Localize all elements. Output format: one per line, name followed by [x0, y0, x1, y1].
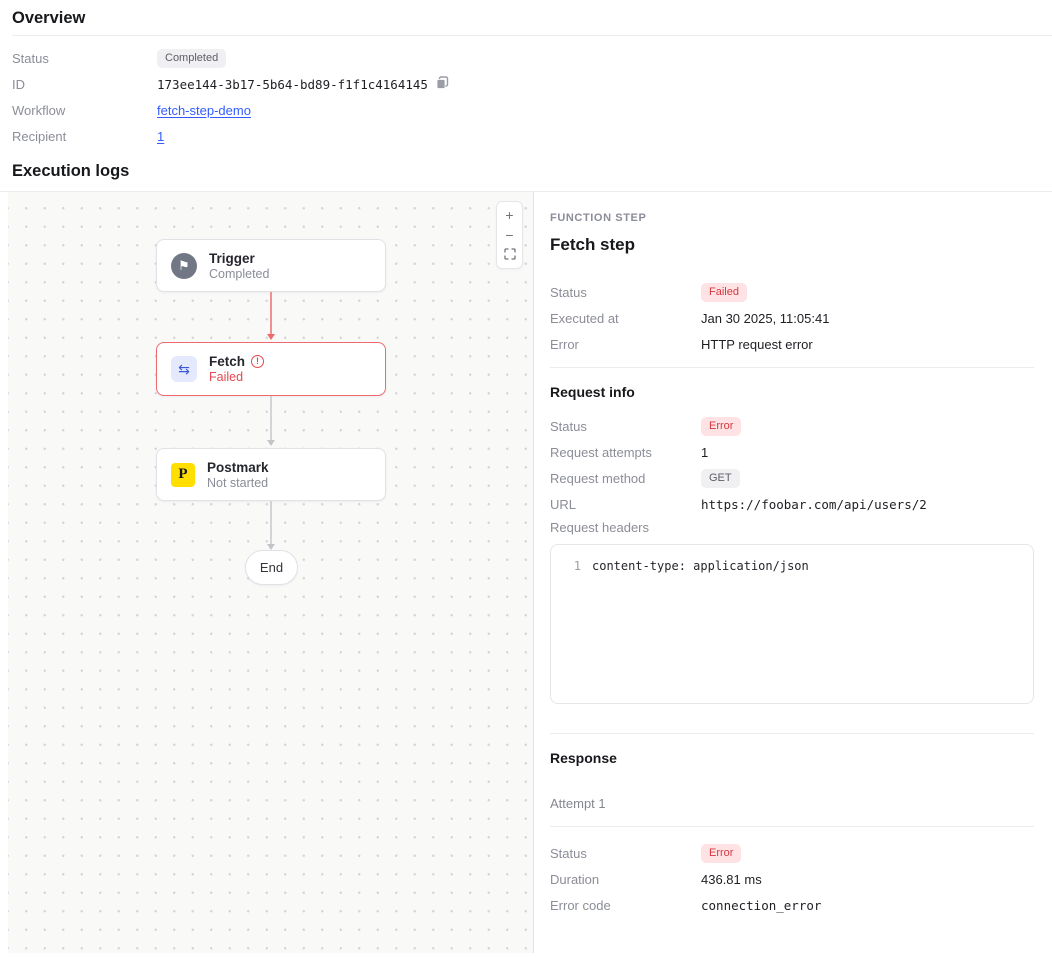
copy-id-button[interactable]: [436, 76, 449, 92]
request-headers-label: Request headers: [550, 520, 1034, 535]
postmark-logo: P: [171, 463, 195, 487]
end-node: End: [245, 550, 298, 585]
node-fetch-texts: Fetch ! Failed: [209, 354, 264, 384]
workflow-canvas[interactable]: ⚑ Trigger Completed ⇆ Fetch: [8, 192, 534, 953]
flag-icon: ⚑: [171, 253, 197, 279]
node-postmark[interactable]: P Postmark Not started: [156, 448, 386, 501]
response-duration-value: 436.81 ms: [701, 872, 762, 887]
zoom-in-button[interactable]: +: [496, 205, 523, 225]
status-badge: Completed: [157, 49, 226, 68]
request-url-value: https://foobar.com/api/users/2: [701, 497, 927, 512]
response-duration-label: Duration: [550, 872, 701, 887]
canvas-zoom-controls: + −: [496, 201, 523, 269]
status-label: Status: [12, 51, 157, 66]
step-error-label: Error: [550, 337, 701, 352]
request-info-divider: [550, 367, 1034, 368]
request-info-title: Request info: [550, 384, 1034, 400]
step-error-value: HTTP request error: [701, 337, 813, 352]
response-error-code-label: Error code: [550, 898, 701, 913]
request-url-label: URL: [550, 497, 701, 512]
workflow-run-page: Overview Status Completed ID 173ee144-3b…: [0, 0, 1052, 958]
minus-icon: −: [505, 227, 513, 243]
step-status-badge: Failed: [701, 283, 747, 302]
response-divider: [550, 733, 1034, 734]
step-detail-title: Fetch step: [550, 235, 1034, 255]
id-label: ID: [12, 77, 157, 92]
node-postmark-title: Postmark: [207, 460, 269, 475]
node-trigger-status: Completed: [209, 267, 269, 281]
alert-circle-icon: !: [251, 355, 264, 368]
overview-title: Overview: [12, 0, 1040, 35]
node-fetch-title: Fetch: [209, 354, 245, 369]
code-line-number: 1: [563, 559, 581, 573]
transaction-id: 173ee144-3b17-5b64-bd89-f1f1c4164145: [157, 77, 428, 92]
request-method-label: Request method: [550, 471, 701, 486]
copy-icon: [436, 76, 449, 92]
edge-postmark-to-end: [270, 501, 272, 545]
execution-logs-section: ⚑ Trigger Completed ⇆ Fetch: [0, 191, 1052, 953]
fit-view-button[interactable]: [496, 245, 523, 265]
attempt-divider: [550, 826, 1034, 827]
swap-horizontal-icon: ⇆: [171, 356, 197, 382]
recipient-link[interactable]: 1: [157, 129, 164, 144]
recipient-label: Recipient: [12, 129, 157, 144]
request-status-label: Status: [550, 419, 701, 434]
request-method-badge: GET: [701, 469, 740, 488]
executed-at-label: Executed at: [550, 311, 701, 326]
node-fetch[interactable]: ⇆ Fetch ! Failed: [156, 342, 386, 396]
node-postmark-texts: Postmark Not started: [207, 460, 269, 490]
request-info-rows: Status Error Request attempts 1 Request …: [550, 416, 1034, 514]
overview-section: Overview Status Completed ID 173ee144-3b…: [0, 0, 1052, 146]
step-type-kicker: FUNCTION STEP: [550, 212, 1034, 224]
overview-status-row: Status Completed: [12, 48, 1040, 68]
workflow-label: Workflow: [12, 103, 157, 118]
executed-at-value: Jan 30 2025, 11:05:41: [701, 311, 829, 326]
step-summary-rows: Status Failed Executed at Jan 30 2025, 1…: [550, 282, 1034, 354]
response-status-label: Status: [550, 846, 701, 861]
step-status-label: Status: [550, 285, 701, 300]
node-fetch-status: Failed: [209, 370, 264, 384]
overview-rows: Status Completed ID 173ee144-3b17-5b64-b…: [12, 36, 1040, 146]
overview-recipient-row: Recipient 1: [12, 126, 1040, 146]
request-attempts-label: Request attempts: [550, 445, 701, 460]
node-trigger-title: Trigger: [209, 251, 255, 266]
request-status-badge: Error: [701, 417, 741, 436]
edge-trigger-to-fetch: [270, 292, 272, 335]
node-postmark-status: Not started: [207, 476, 269, 490]
fullscreen-icon: [504, 247, 516, 263]
status-value: Completed: [157, 49, 226, 68]
request-attempts-value: 1: [701, 445, 708, 460]
response-rows: Status Error Duration 436.81 ms Error co…: [550, 843, 1034, 915]
workflow-link[interactable]: fetch-step-demo: [157, 103, 251, 118]
response-status-badge: Error: [701, 844, 741, 863]
zoom-out-button[interactable]: −: [496, 225, 523, 245]
code-line: 1 content-type: application/json: [563, 559, 1021, 573]
overview-workflow-row: Workflow fetch-step-demo: [12, 100, 1040, 120]
response-title: Response: [550, 750, 1034, 766]
edge-fetch-to-postmark: [270, 396, 272, 441]
request-headers-code-block: 1 content-type: application/json: [550, 544, 1034, 704]
node-trigger[interactable]: ⚑ Trigger Completed: [156, 239, 386, 292]
step-detail-panel: FUNCTION STEP Fetch step Status Failed E…: [534, 192, 1052, 953]
node-trigger-texts: Trigger Completed: [209, 251, 269, 281]
response-attempt-label: Attempt 1: [550, 796, 1034, 811]
overview-id-row: ID 173ee144-3b17-5b64-bd89-f1f1c4164145: [12, 74, 1040, 94]
plus-icon: +: [505, 207, 513, 223]
execution-logs-title: Execution logs: [12, 162, 1040, 181]
response-error-code-value: connection_error: [701, 898, 821, 913]
code-line-content: content-type: application/json: [592, 559, 809, 573]
